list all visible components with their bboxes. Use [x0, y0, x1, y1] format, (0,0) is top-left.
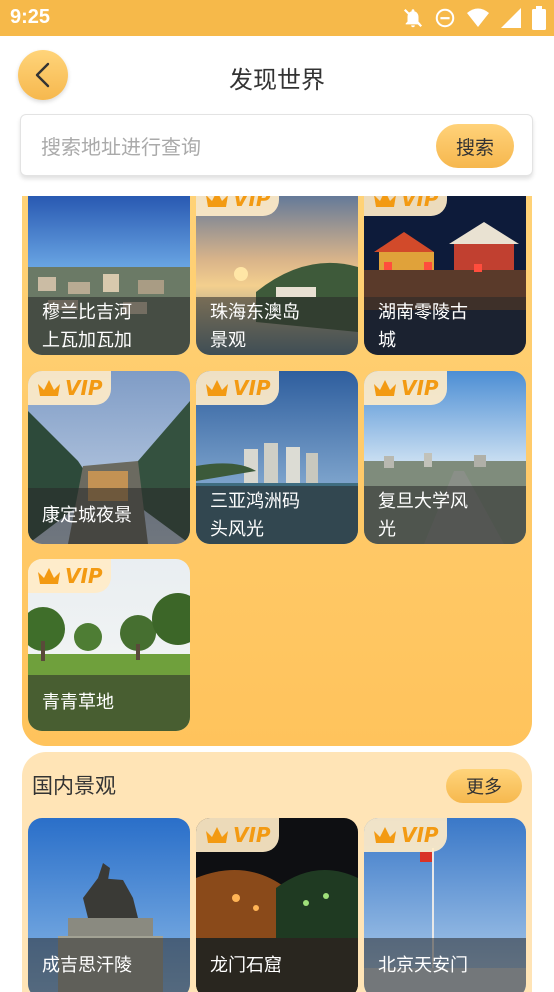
signal-icon	[501, 8, 521, 28]
scenery-grid-panel: 穆兰比吉河 上瓦加瓦加 VIP 珠海东澳岛 景观 VIP 湖南零陵古城 VIP …	[22, 196, 532, 746]
scenery-card[interactable]: 穆兰比吉河 上瓦加瓦加	[28, 196, 190, 355]
status-bar: 9:25	[0, 0, 554, 36]
page-title: 发现世界	[229, 66, 325, 94]
scenery-card[interactable]: VIP 湖南零陵古城	[364, 196, 526, 355]
vip-badge: VIP	[196, 196, 279, 216]
scenery-card[interactable]: VIP 康定城夜景	[28, 371, 190, 544]
vip-badge: VIP	[364, 818, 447, 852]
card-caption: 复旦大学风光	[364, 486, 526, 544]
scenery-card[interactable]: VIP 青青草地	[28, 559, 190, 731]
scenery-card[interactable]: VIP 珠海东澳岛 景观	[196, 196, 358, 355]
card-caption: 三亚鸿洲码 头风光	[196, 486, 358, 544]
search-button[interactable]: 搜索	[436, 124, 514, 168]
more-button[interactable]: 更多	[446, 769, 522, 803]
notifications-off-icon	[403, 8, 423, 28]
crown-icon	[38, 380, 60, 396]
scenery-card[interactable]: VIP 复旦大学风光	[364, 371, 526, 544]
crown-icon	[206, 827, 228, 843]
crown-icon	[206, 196, 228, 207]
vip-badge: VIP	[196, 818, 279, 852]
scenery-card[interactable]: VIP 龙门石窟	[196, 818, 358, 992]
crown-icon	[374, 196, 396, 207]
card-caption: 珠海东澳岛 景观	[196, 297, 358, 355]
card-caption: 青青草地	[28, 675, 190, 731]
battery-icon	[532, 6, 546, 30]
vip-badge: VIP	[196, 371, 279, 405]
crown-icon	[206, 380, 228, 396]
vip-badge: VIP	[364, 371, 447, 405]
wifi-icon	[467, 8, 489, 27]
vip-badge: VIP	[364, 196, 447, 216]
vip-badge: VIP	[28, 371, 111, 405]
card-caption: 湖南零陵古城	[364, 297, 526, 355]
card-caption: 龙门石窟	[196, 938, 358, 992]
status-time: 9:25	[10, 6, 51, 28]
scenery-card[interactable]: VIP 三亚鸿洲码 头风光	[196, 371, 358, 544]
card-caption: 成吉思汗陵	[28, 938, 190, 992]
app-bar: 发现世界	[0, 36, 554, 114]
search-bar: 搜索	[20, 114, 533, 176]
crown-icon	[374, 827, 396, 843]
search-input[interactable]	[39, 131, 423, 163]
crown-icon	[38, 568, 60, 584]
do-not-disturb-icon	[435, 8, 455, 28]
scenery-card[interactable]: VIP 北京天安门	[364, 818, 526, 992]
vip-badge: VIP	[28, 559, 111, 593]
card-caption: 穆兰比吉河 上瓦加瓦加	[28, 297, 190, 355]
card-caption: 北京天安门	[364, 938, 526, 992]
domestic-section: 国内景观 更多 成吉思汗陵 VIP 龙门石窟 VIP 北京天安门	[22, 752, 532, 992]
card-caption: 康定城夜景	[28, 488, 190, 544]
section-title: 国内景观	[32, 774, 116, 798]
scenery-card[interactable]: 成吉思汗陵	[28, 818, 190, 992]
crown-icon	[374, 380, 396, 396]
